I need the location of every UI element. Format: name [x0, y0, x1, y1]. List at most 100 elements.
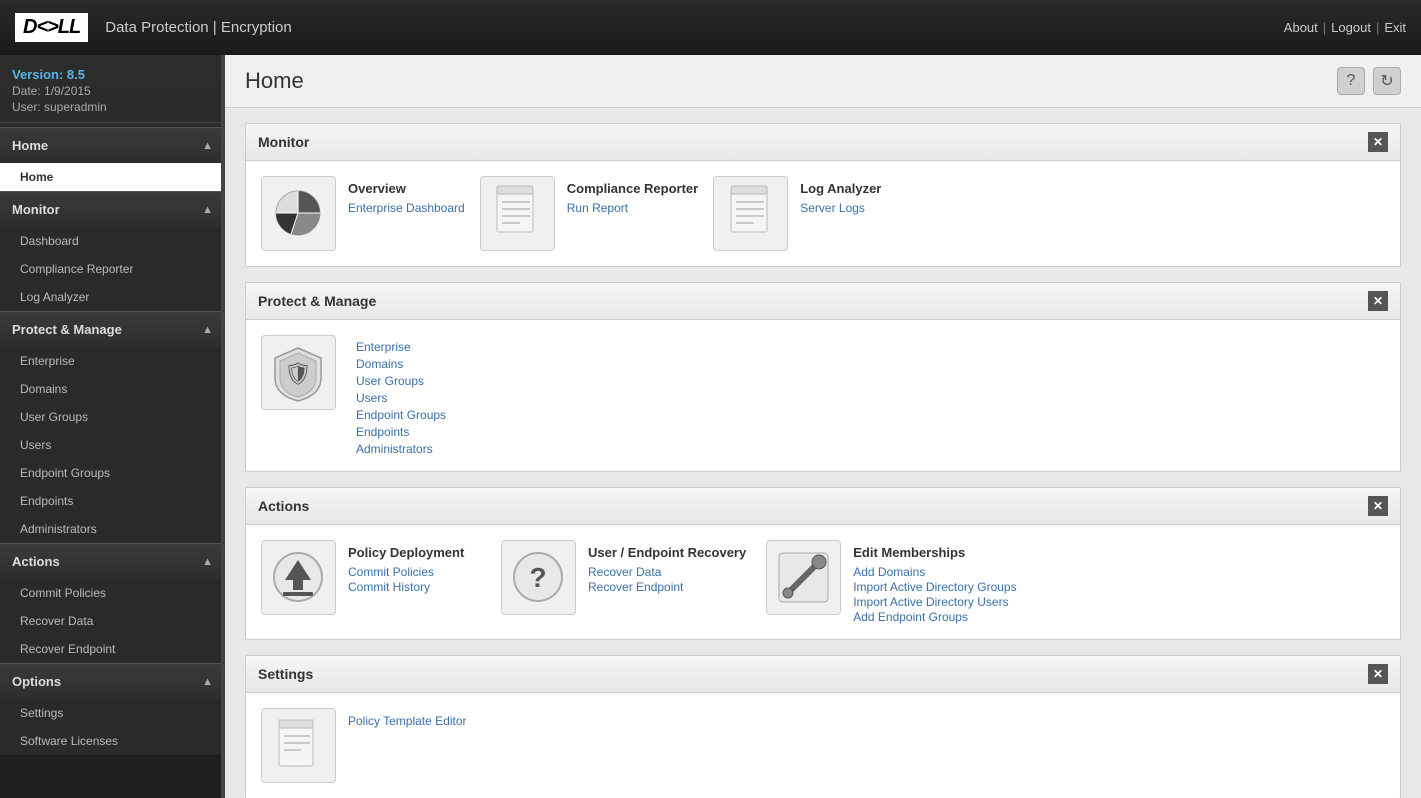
- sidebar-item-software-licenses[interactable]: Software Licenses: [0, 727, 225, 755]
- import-ad-groups-link[interactable]: Import Active Directory Groups: [853, 580, 1016, 594]
- import-ad-users-link[interactable]: Import Active Directory Users: [853, 595, 1008, 609]
- sidebar-resize-handle[interactable]: [221, 55, 225, 798]
- monitor-chevron-icon: ▲: [202, 204, 213, 216]
- enterprise-dashboard-link[interactable]: Enterprise Dashboard: [348, 201, 465, 215]
- about-link[interactable]: About: [1284, 20, 1318, 35]
- content-area: Home ? ↻ Monitor ✕: [225, 55, 1421, 798]
- overview-card: Overview Enterprise Dashboard: [261, 176, 465, 251]
- sidebar-item-endpoint-groups[interactable]: Endpoint Groups: [0, 459, 225, 487]
- recover-endpoint-link[interactable]: Recover Endpoint: [588, 580, 683, 594]
- user-text: User: superadmin: [12, 100, 213, 114]
- protect-manage-collapse-btn[interactable]: ✕: [1368, 291, 1388, 311]
- main-layout: Version: 8.5 Date: 1/9/2015 User: supera…: [0, 55, 1421, 798]
- top-header: D<>LL Data Protection | Encryption About…: [0, 0, 1421, 55]
- sidebar-section-protect-manage: Protect & Manage ▲ Enterprise Domains Us…: [0, 311, 225, 543]
- protect-manage-section-header: Protect & Manage ✕: [246, 283, 1400, 320]
- overview-card-title: Overview: [348, 181, 465, 196]
- sidebar-section-options: Options ▲ Settings Software Licenses: [0, 663, 225, 755]
- add-endpoint-groups-link[interactable]: Add Endpoint Groups: [853, 610, 968, 624]
- protect-manage-section-body: 🛡 Enterprise Domains User Groups Users E…: [246, 320, 1400, 471]
- monitor-section-label: Monitor: [12, 202, 60, 217]
- pm-user-groups-link[interactable]: User Groups: [356, 374, 446, 388]
- monitor-section-title: Monitor: [258, 134, 309, 150]
- sidebar-item-dashboard[interactable]: Dashboard: [0, 227, 225, 255]
- actions-collapse-btn[interactable]: ✕: [1368, 496, 1388, 516]
- compliance-reporter-card-title: Compliance Reporter: [567, 181, 698, 196]
- sidebar-section-header-home[interactable]: Home ▲: [0, 127, 225, 163]
- add-domains-link[interactable]: Add Domains: [853, 565, 925, 579]
- sidebar-item-user-groups[interactable]: User Groups: [0, 403, 225, 431]
- sidebar-section-header-monitor[interactable]: Monitor ▲: [0, 191, 225, 227]
- compliance-reporter-card-content: Compliance Reporter Run Report: [567, 176, 698, 215]
- server-logs-link[interactable]: Server Logs: [800, 201, 865, 215]
- monitor-section-header: Monitor ✕: [246, 124, 1400, 161]
- sidebar-item-recover-endpoint[interactable]: Recover Endpoint: [0, 635, 225, 663]
- edit-memberships-card: Edit Memberships Add Domains Import Acti…: [766, 540, 1016, 624]
- actions-section: Actions ✕: [245, 487, 1401, 640]
- user-endpoint-recovery-card: ? User / Endpoint Recovery Recover Data …: [501, 540, 746, 615]
- sidebar-item-enterprise[interactable]: Enterprise: [0, 347, 225, 375]
- pm-endpoint-groups-link[interactable]: Endpoint Groups: [356, 408, 446, 422]
- sidebar-section-header-actions[interactable]: Actions ▲: [0, 543, 225, 579]
- sidebar-item-endpoints[interactable]: Endpoints: [0, 487, 225, 515]
- help-button[interactable]: ?: [1337, 67, 1365, 95]
- sidebar-item-settings[interactable]: Settings: [0, 699, 225, 727]
- settings-section-header: Settings ✕: [246, 656, 1400, 693]
- pm-enterprise-link[interactable]: Enterprise: [356, 340, 446, 354]
- actions-chevron-icon: ▲: [202, 556, 213, 568]
- sidebar: Version: 8.5 Date: 1/9/2015 User: supera…: [0, 55, 225, 798]
- exit-link[interactable]: Exit: [1384, 20, 1406, 35]
- monitor-items: Dashboard Compliance Reporter Log Analyz…: [0, 227, 225, 311]
- actions-cards-row: Policy Deployment Commit Policies Commit…: [261, 540, 1385, 624]
- pm-domains-link[interactable]: Domains: [356, 357, 446, 371]
- log-analyzer-card-title: Log Analyzer: [800, 181, 881, 196]
- sep1: |: [1323, 20, 1326, 35]
- run-report-link[interactable]: Run Report: [567, 201, 628, 215]
- edit-memberships-card-content: Edit Memberships Add Domains Import Acti…: [853, 540, 1016, 624]
- sidebar-section-actions: Actions ▲ Commit Policies Recover Data R…: [0, 543, 225, 663]
- svg-text:?: ?: [529, 562, 546, 593]
- sidebar-section-header-protect-manage[interactable]: Protect & Manage ▲: [0, 311, 225, 347]
- sidebar-item-administrators[interactable]: Administrators: [0, 515, 225, 543]
- sidebar-section-home: Home ▲ Home: [0, 127, 225, 191]
- commit-history-link[interactable]: Commit History: [348, 580, 430, 594]
- sidebar-section-header-options[interactable]: Options ▲: [0, 663, 225, 699]
- home-chevron-icon: ▲: [202, 140, 213, 152]
- sidebar-item-recover-data[interactable]: Recover Data: [0, 607, 225, 635]
- sidebar-item-compliance-reporter[interactable]: Compliance Reporter: [0, 255, 225, 283]
- monitor-collapse-btn[interactable]: ✕: [1368, 132, 1388, 152]
- commit-policies-link[interactable]: Commit Policies: [348, 565, 434, 579]
- pm-administrators-link[interactable]: Administrators: [356, 442, 446, 456]
- pm-users-link[interactable]: Users: [356, 391, 446, 405]
- actions-section-body: Policy Deployment Commit Policies Commit…: [246, 525, 1400, 639]
- refresh-button[interactable]: ↻: [1373, 67, 1401, 95]
- policy-template-editor-link[interactable]: Policy Template Editor: [348, 714, 467, 728]
- monitor-section-body: Overview Enterprise Dashboard: [246, 161, 1400, 266]
- header-right: About | Logout | Exit: [1284, 20, 1406, 35]
- monitor-cards-row: Overview Enterprise Dashboard: [261, 176, 1385, 251]
- content-body: Monitor ✕: [225, 108, 1421, 798]
- protect-manage-chevron-icon: ▲: [202, 324, 213, 336]
- edit-memberships-card-title: Edit Memberships: [853, 545, 1016, 560]
- sidebar-item-log-analyzer[interactable]: Log Analyzer: [0, 283, 225, 311]
- options-items: Settings Software Licenses: [0, 699, 225, 755]
- pm-endpoints-link[interactable]: Endpoints: [356, 425, 446, 439]
- logout-link[interactable]: Logout: [1331, 20, 1371, 35]
- svg-text:🛡: 🛡: [284, 361, 312, 386]
- date-text: Date: 1/9/2015: [12, 84, 213, 98]
- compliance-reporter-icon: [480, 176, 555, 251]
- sidebar-item-domains[interactable]: Domains: [0, 375, 225, 403]
- recover-data-link[interactable]: Recover Data: [588, 565, 661, 579]
- settings-collapse-btn[interactable]: ✕: [1368, 664, 1388, 684]
- settings-section-title: Settings: [258, 666, 313, 682]
- sidebar-section-monitor: Monitor ▲ Dashboard Compliance Reporter …: [0, 191, 225, 311]
- sidebar-item-home[interactable]: Home: [0, 163, 225, 191]
- policy-template-editor-content: Policy Template Editor: [348, 708, 467, 728]
- policy-deployment-icon: [261, 540, 336, 615]
- sidebar-item-commit-policies[interactable]: Commit Policies: [0, 579, 225, 607]
- home-section-label: Home: [12, 138, 48, 153]
- policy-template-editor-icon: [261, 708, 336, 783]
- sep2: |: [1376, 20, 1379, 35]
- sidebar-item-users[interactable]: Users: [0, 431, 225, 459]
- overview-icon: [261, 176, 336, 251]
